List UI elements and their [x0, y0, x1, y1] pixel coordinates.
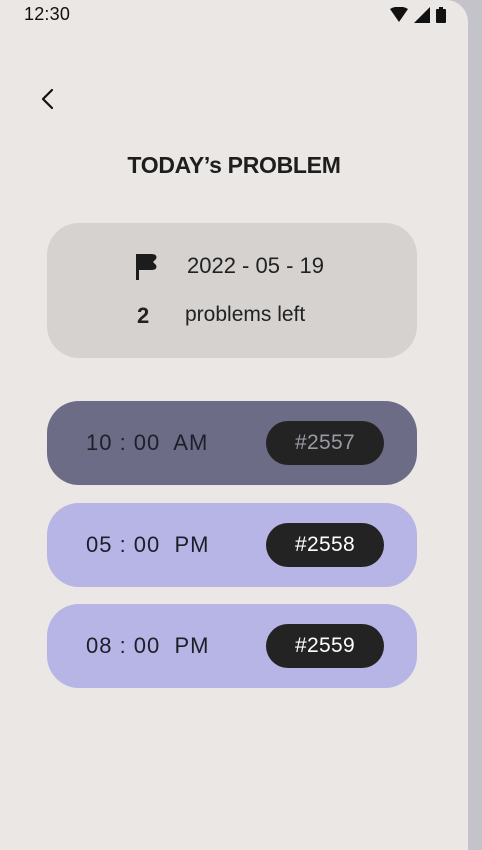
summary-date: 2022 - 05 - 19 [187, 253, 324, 278]
slot-time: 08 : 00 PM [86, 633, 210, 658]
back-button[interactable] [34, 84, 62, 114]
status-icons [390, 7, 446, 23]
wifi-icon [390, 7, 408, 22]
slot-time: 10 : 00 AM [86, 430, 209, 455]
problem-badge[interactable]: #2557 [266, 421, 384, 465]
slot-time: 05 : 00 PM [86, 532, 210, 557]
schedule-slot-2[interactable]: 05 : 00 PM #2558 [47, 503, 417, 587]
schedule-slot-1[interactable]: 10 : 00 AM #2557 [47, 401, 417, 485]
status-bar: 12:30 [0, 0, 468, 30]
schedule-slot-3[interactable]: 08 : 00 PM #2559 [47, 604, 417, 688]
phone-screen: 12:30 TODAY’s PROBLEM 2022 - 05 - 19 2 p… [0, 0, 468, 850]
page-title: TODAY’s PROBLEM [127, 152, 341, 178]
summary-card: 2022 - 05 - 19 2 problems left [47, 223, 417, 358]
status-time: 12:30 [24, 4, 71, 24]
problem-badge[interactable]: #2558 [266, 523, 384, 567]
flag-icon [136, 254, 157, 280]
problem-badge[interactable]: #2559 [266, 624, 384, 668]
problems-left-count: 2 [137, 303, 150, 328]
battery-icon [436, 7, 446, 23]
problems-left-label: problems left [185, 303, 306, 326]
chevron-left-icon [41, 88, 54, 110]
cellular-signal-icon [414, 7, 430, 23]
